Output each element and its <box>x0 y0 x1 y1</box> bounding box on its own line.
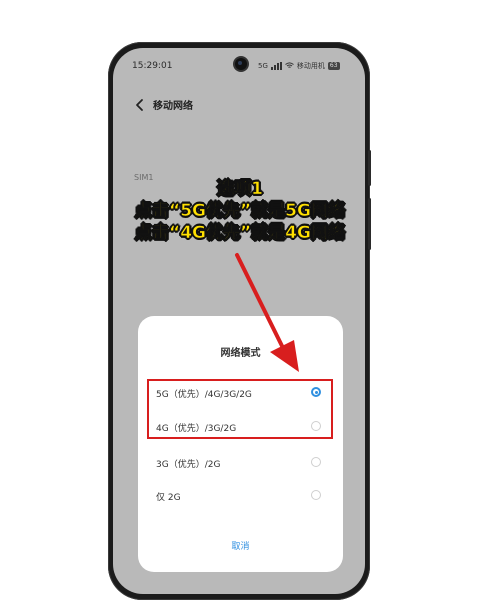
status-time: 15:29:01 <box>132 61 173 71</box>
option-2g-only[interactable]: 仅 2G <box>156 490 181 503</box>
network-type: 5G <box>258 62 268 70</box>
radio-3g-preferred[interactable] <box>311 457 321 467</box>
option-3g-preferred[interactable]: 3G（优先）/2G <box>156 457 220 470</box>
status-icons: 5G 移动用机 63 <box>258 61 340 71</box>
carrier-name: 移动用机 <box>296 62 325 70</box>
signal-icon <box>270 62 282 70</box>
wifi-icon <box>285 61 294 71</box>
front-camera <box>235 58 247 70</box>
page-title: 移动网络 <box>153 101 193 112</box>
annotation-line-2: 点击“5G优先”就是5G网络 <box>135 201 346 222</box>
highlight-box <box>147 379 333 439</box>
back-arrow-icon[interactable] <box>133 97 147 111</box>
dialog-title: 网络模式 <box>220 348 261 359</box>
radio-2g-only[interactable] <box>311 490 321 500</box>
annotation-text: 选项1 点击“5G优先”就是5G网络 点击“4G优先”就是4G网络 <box>100 178 380 244</box>
cancel-button[interactable]: 取消 <box>138 539 343 552</box>
annotation-line-1: 选项1 <box>217 179 263 200</box>
battery-icon: 63 <box>327 62 340 70</box>
annotation-line-3: 点击“4G优先”就是4G网络 <box>135 223 346 244</box>
